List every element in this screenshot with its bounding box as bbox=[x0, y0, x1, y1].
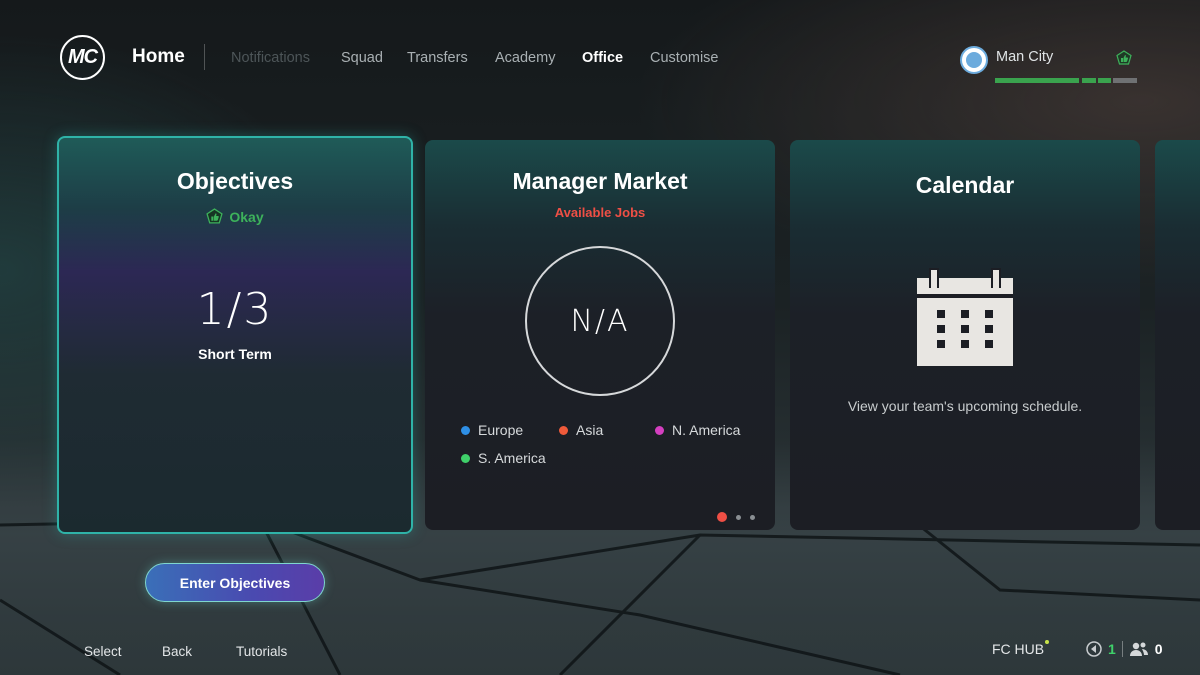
thumbs-up-icon bbox=[1116, 50, 1132, 65]
objectives-card[interactable]: Objectives Okay 1/3 Short Term bbox=[57, 136, 413, 534]
nav-tab-squad[interactable]: Squad bbox=[341, 50, 383, 66]
calendar-card[interactable]: Calendar View your team's upcoming sched… bbox=[790, 140, 1140, 530]
social-status[interactable]: 1 0 bbox=[1086, 640, 1163, 658]
legend-dot bbox=[461, 453, 470, 463]
calendar-title: Calendar bbox=[915, 172, 1015, 198]
friends-icon bbox=[1129, 642, 1148, 656]
objectives-title: Objectives bbox=[176, 168, 294, 194]
pager-dot[interactable] bbox=[750, 514, 755, 520]
back-hint[interactable]: Back bbox=[162, 644, 192, 659]
nav-tab-customise[interactable]: Customise bbox=[650, 50, 719, 66]
club-crest-icon bbox=[960, 46, 988, 74]
club-morale-bar bbox=[995, 70, 1137, 83]
objectives-count: 1/3 bbox=[196, 284, 274, 335]
friends-count: 0 bbox=[1154, 641, 1163, 657]
nav-tab-academy[interactable]: Academy bbox=[495, 50, 555, 66]
thumbs-up-icon bbox=[206, 208, 224, 224]
objectives-term: Short Term bbox=[198, 346, 272, 362]
calendar-description: View your team's upcoming schedule. bbox=[847, 398, 1083, 414]
game-logo: MC bbox=[60, 35, 105, 80]
jobs-count-ring: N/A bbox=[525, 246, 675, 396]
legend-item-asia: Asia bbox=[559, 422, 603, 438]
legend-item-s-america: S. America bbox=[461, 450, 546, 466]
legend-item-n-america: N. America bbox=[655, 422, 740, 438]
nav-tab-office[interactable]: Office bbox=[582, 50, 623, 66]
legend-label: Asia bbox=[576, 422, 604, 438]
nav-divider bbox=[204, 44, 205, 70]
objectives-status-label: Okay bbox=[229, 208, 264, 225]
legend-dot bbox=[559, 425, 568, 435]
nav-tab-notifications[interactable]: Notifications bbox=[231, 50, 310, 66]
objectives-status: Okay bbox=[59, 208, 411, 225]
legend-label: Europe bbox=[478, 422, 524, 438]
legend-dot bbox=[461, 425, 470, 435]
enter-objectives-button[interactable]: Enter Objectives bbox=[145, 563, 325, 602]
club-name: Man City bbox=[996, 49, 1054, 65]
legend-dot bbox=[655, 425, 664, 435]
top-navigation: MC Home Notifications Squad Transfers Ac… bbox=[0, 0, 1200, 110]
fc-hub-indicator bbox=[1045, 640, 1049, 644]
pager-dot[interactable] bbox=[736, 514, 741, 520]
calendar-icon bbox=[917, 268, 1013, 366]
club-status[interactable]: Man City bbox=[960, 44, 1140, 83]
legend-label: S. America bbox=[478, 450, 546, 466]
jobs-count-value: N/A bbox=[570, 303, 630, 339]
available-jobs-label: Available Jobs bbox=[554, 205, 646, 220]
divider bbox=[1121, 641, 1123, 657]
manager-market-title: Manager Market bbox=[512, 168, 688, 194]
tutorials-hint[interactable]: Tutorials bbox=[236, 644, 287, 659]
legend-label: N. America bbox=[672, 422, 741, 438]
legend-item-europe: Europe bbox=[461, 422, 523, 438]
next-card-peek[interactable] bbox=[1155, 140, 1200, 530]
fc-hub-label[interactable]: FC HUB bbox=[992, 641, 1044, 657]
nav-tab-transfers[interactable]: Transfers bbox=[407, 50, 468, 66]
alert-icon bbox=[1086, 641, 1102, 657]
alerts-count: 1 bbox=[1108, 641, 1116, 657]
pager-dot-active[interactable] bbox=[717, 512, 727, 522]
nav-home[interactable]: Home bbox=[132, 46, 185, 68]
carousel-pager[interactable] bbox=[717, 512, 755, 522]
manager-market-card[interactable]: Manager Market Available Jobs N/A Europe… bbox=[425, 140, 775, 530]
select-hint[interactable]: Select bbox=[84, 644, 122, 659]
